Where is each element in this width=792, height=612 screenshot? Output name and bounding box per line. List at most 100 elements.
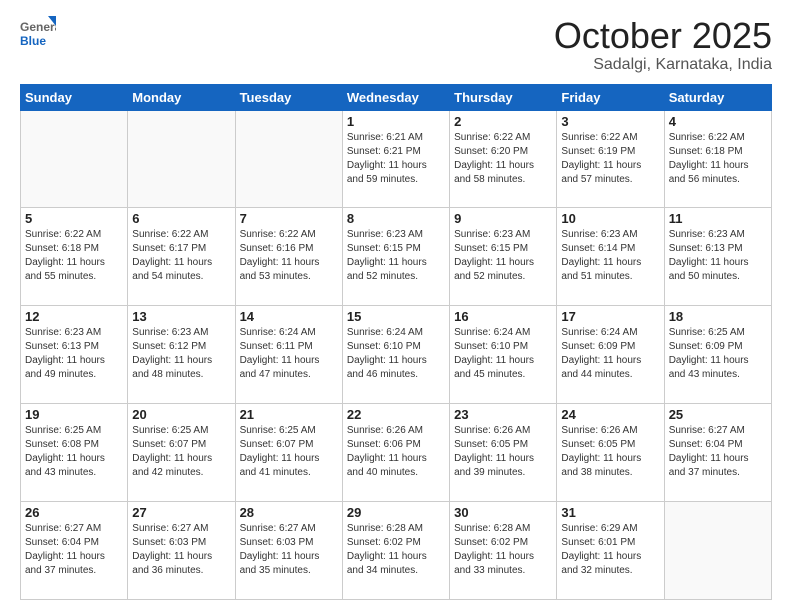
calendar-week-row: 19 Sunrise: 6:25 AM Sunset: 6:08 PM Dayli… — [21, 404, 772, 502]
day-info: Sunrise: 6:22 AM Sunset: 6:20 PM Dayligh… — [454, 131, 552, 187]
calendar-cell: 6Sunrise: 6:22 AM Sunset: 6:17 PM Daylig… — [128, 208, 235, 306]
page-subtitle: Sadalgi, Karnataka, India — [554, 56, 772, 74]
day-number: 29 — [347, 505, 445, 520]
day-info: Sunrise: 6:24 AM Sunset: 6:10 PM Dayligh… — [454, 326, 552, 382]
day-info: Sunrise: 6:25 AM Sunset: 6:08 PM Dayligh… — [25, 424, 123, 480]
calendar-header-row: SundayMondayTuesdayWednesdayThursdayFrid… — [21, 84, 772, 110]
day-info: Sunrise: 6:27 AM Sunset: 6:04 PM Dayligh… — [669, 424, 767, 480]
calendar-cell: 20 Sunrise: 6:25 AM Sunset: 6:07 PM Dayli… — [128, 404, 235, 502]
day-number: 31 — [561, 505, 659, 520]
calendar-cell: 9Sunrise: 6:23 AM Sunset: 6:15 PM Daylig… — [450, 208, 557, 306]
day-info: Sunrise: 6:21 AM Sunset: 6:21 PM Dayligh… — [347, 131, 445, 187]
day-number: 10 — [561, 211, 659, 226]
title-block: October 2025 Sadalgi, Karnataka, India — [554, 16, 772, 74]
day-info: Sunrise: 6:26 AM Sunset: 6:05 PM Dayligh… — [561, 424, 659, 480]
day-info: Sunrise: 6:26 AM Sunset: 6:05 PM Dayligh… — [454, 424, 552, 480]
calendar-week-row: 5 Sunrise: 6:22 AM Sunset: 6:18 PM Daylig… — [21, 208, 772, 306]
day-number: 18 — [669, 309, 767, 324]
day-info: Sunrise: 6:28 AM Sunset: 6:02 PM Dayligh… — [347, 522, 445, 578]
calendar-day-header: Saturday — [664, 84, 771, 110]
day-info: Sunrise: 6:22 AM Sunset: 6:18 PM Dayligh… — [669, 131, 767, 187]
calendar-cell: 23 Sunrise: 6:26 AM Sunset: 6:05 PM Dayli… — [450, 404, 557, 502]
day-number: 8 — [347, 211, 445, 226]
day-info: Sunrise: 6:22 AM Sunset: 6:19 PM Dayligh… — [561, 131, 659, 187]
day-info: Sunrise: 6:26 AM Sunset: 6:06 PM Dayligh… — [347, 424, 445, 480]
day-number: 16 — [454, 309, 552, 324]
day-info: Sunrise: 6:23 AM Sunset: 6:13 PM Dayligh… — [669, 228, 767, 284]
day-number: 4 — [669, 114, 767, 129]
calendar-cell: 31 Sunrise: 6:29 AM Sunset: 6:01 PM Dayli… — [557, 502, 664, 600]
day-number: 19 — [25, 407, 123, 422]
logo-svg: General Blue — [20, 16, 56, 52]
calendar-week-row: 26Sunrise: 6:27 AM Sunset: 6:04 PM Dayli… — [21, 502, 772, 600]
day-number: 23 — [454, 407, 552, 422]
calendar-cell: 13 Sunrise: 6:23 AM Sunset: 6:12 PM Dayli… — [128, 306, 235, 404]
day-number: 14 — [240, 309, 338, 324]
calendar-day-header: Wednesday — [342, 84, 449, 110]
day-number: 9 — [454, 211, 552, 226]
day-number: 17 — [561, 309, 659, 324]
page: General Blue October 2025 Sadalgi, Karna… — [0, 0, 792, 612]
day-number: 25 — [669, 407, 767, 422]
svg-text:General: General — [20, 20, 56, 34]
svg-text:Blue: Blue — [20, 34, 46, 48]
calendar-cell — [235, 110, 342, 208]
day-number: 6 — [132, 211, 230, 226]
calendar-day-header: Tuesday — [235, 84, 342, 110]
day-info: Sunrise: 6:23 AM Sunset: 6:12 PM Dayligh… — [132, 326, 230, 382]
calendar-cell: 14Sunrise: 6:24 AM Sunset: 6:11 PM Dayli… — [235, 306, 342, 404]
calendar-week-row: 1 Sunrise: 6:21 AM Sunset: 6:21 PM Daylig… — [21, 110, 772, 208]
day-number: 3 — [561, 114, 659, 129]
day-number: 15 — [347, 309, 445, 324]
calendar-cell: 8 Sunrise: 6:23 AM Sunset: 6:15 PM Daylig… — [342, 208, 449, 306]
calendar-day-header: Sunday — [21, 84, 128, 110]
day-info: Sunrise: 6:25 AM Sunset: 6:07 PM Dayligh… — [132, 424, 230, 480]
calendar-week-row: 12Sunrise: 6:23 AM Sunset: 6:13 PM Dayli… — [21, 306, 772, 404]
calendar-cell: 21 Sunrise: 6:25 AM Sunset: 6:07 PM Dayli… — [235, 404, 342, 502]
day-number: 1 — [347, 114, 445, 129]
calendar-cell: 22 Sunrise: 6:26 AM Sunset: 6:06 PM Dayli… — [342, 404, 449, 502]
day-info: Sunrise: 6:23 AM Sunset: 6:14 PM Dayligh… — [561, 228, 659, 284]
header: General Blue October 2025 Sadalgi, Karna… — [20, 16, 772, 74]
logo: General Blue — [20, 16, 56, 52]
calendar-cell: 24Sunrise: 6:26 AM Sunset: 6:05 PM Dayli… — [557, 404, 664, 502]
day-number: 20 — [132, 407, 230, 422]
day-number: 26 — [25, 505, 123, 520]
day-info: Sunrise: 6:23 AM Sunset: 6:13 PM Dayligh… — [25, 326, 123, 382]
calendar-cell: 28Sunrise: 6:27 AM Sunset: 6:03 PM Dayli… — [235, 502, 342, 600]
calendar-cell: 4 Sunrise: 6:22 AM Sunset: 6:18 PM Daylig… — [664, 110, 771, 208]
calendar-cell: 18Sunrise: 6:25 AM Sunset: 6:09 PM Dayli… — [664, 306, 771, 404]
calendar-cell: 11Sunrise: 6:23 AM Sunset: 6:13 PM Dayli… — [664, 208, 771, 306]
day-info: Sunrise: 6:27 AM Sunset: 6:03 PM Dayligh… — [240, 522, 338, 578]
day-info: Sunrise: 6:24 AM Sunset: 6:09 PM Dayligh… — [561, 326, 659, 382]
calendar-cell — [21, 110, 128, 208]
calendar-day-header: Thursday — [450, 84, 557, 110]
calendar-table: SundayMondayTuesdayWednesdayThursdayFrid… — [20, 84, 772, 600]
page-title: October 2025 — [554, 16, 772, 56]
calendar-cell: 10 Sunrise: 6:23 AM Sunset: 6:14 PM Dayli… — [557, 208, 664, 306]
calendar-cell: 19 Sunrise: 6:25 AM Sunset: 6:08 PM Dayli… — [21, 404, 128, 502]
calendar-day-header: Friday — [557, 84, 664, 110]
calendar-day-header: Monday — [128, 84, 235, 110]
day-number: 5 — [25, 211, 123, 226]
calendar-cell — [128, 110, 235, 208]
day-number: 22 — [347, 407, 445, 422]
calendar-cell: 7Sunrise: 6:22 AM Sunset: 6:16 PM Daylig… — [235, 208, 342, 306]
day-number: 27 — [132, 505, 230, 520]
calendar-cell — [664, 502, 771, 600]
day-info: Sunrise: 6:22 AM Sunset: 6:16 PM Dayligh… — [240, 228, 338, 284]
calendar-cell: 3 Sunrise: 6:22 AM Sunset: 6:19 PM Daylig… — [557, 110, 664, 208]
day-info: Sunrise: 6:23 AM Sunset: 6:15 PM Dayligh… — [347, 228, 445, 284]
day-info: Sunrise: 6:29 AM Sunset: 6:01 PM Dayligh… — [561, 522, 659, 578]
day-number: 13 — [132, 309, 230, 324]
calendar-cell: 29 Sunrise: 6:28 AM Sunset: 6:02 PM Dayli… — [342, 502, 449, 600]
day-number: 21 — [240, 407, 338, 422]
calendar-cell: 2 Sunrise: 6:22 AM Sunset: 6:20 PM Daylig… — [450, 110, 557, 208]
calendar-cell: 15Sunrise: 6:24 AM Sunset: 6:10 PM Dayli… — [342, 306, 449, 404]
day-info: Sunrise: 6:27 AM Sunset: 6:03 PM Dayligh… — [132, 522, 230, 578]
calendar-cell: 30Sunrise: 6:28 AM Sunset: 6:02 PM Dayli… — [450, 502, 557, 600]
day-number: 2 — [454, 114, 552, 129]
day-info: Sunrise: 6:25 AM Sunset: 6:07 PM Dayligh… — [240, 424, 338, 480]
day-info: Sunrise: 6:28 AM Sunset: 6:02 PM Dayligh… — [454, 522, 552, 578]
day-info: Sunrise: 6:22 AM Sunset: 6:18 PM Dayligh… — [25, 228, 123, 284]
